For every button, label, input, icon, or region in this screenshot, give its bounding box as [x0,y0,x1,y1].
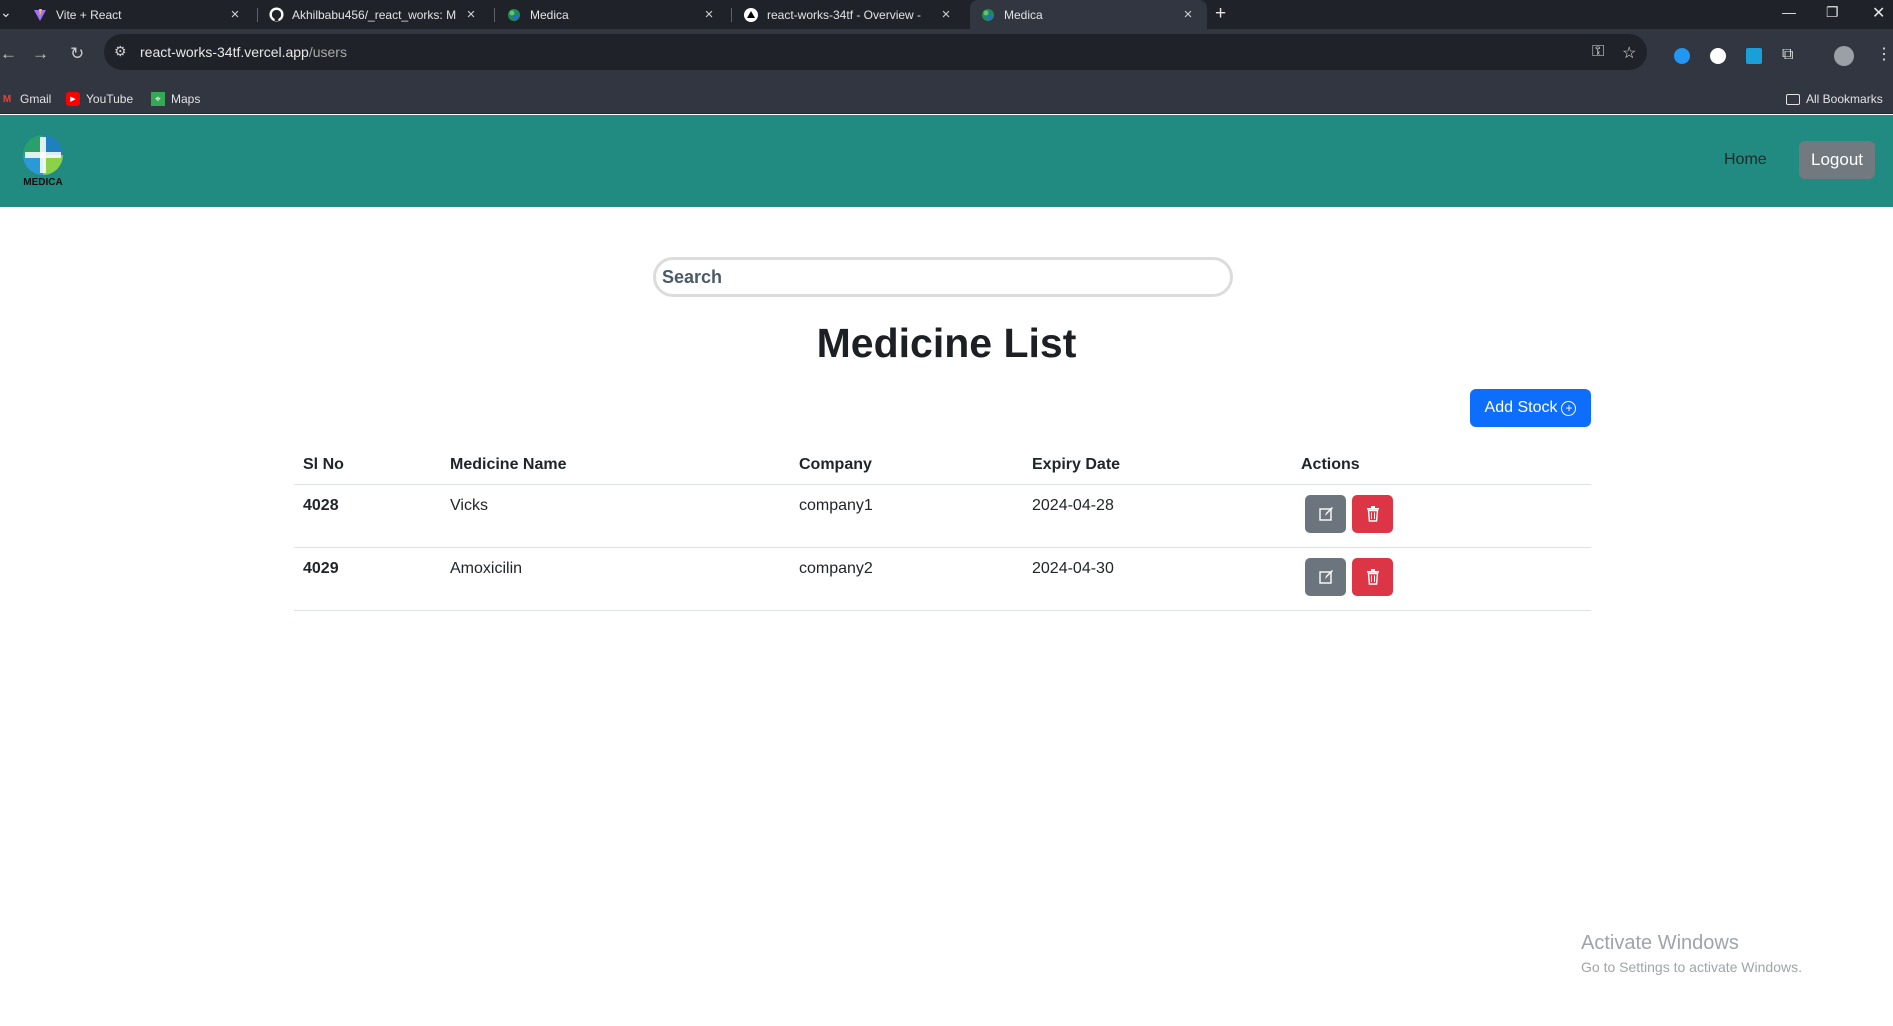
add-stock-button[interactable]: Add Stock + [1470,389,1591,427]
cell-company: company1 [790,484,1023,548]
tab-medica-1[interactable]: Medica × [496,0,728,29]
profile-avatar[interactable] [1834,46,1854,66]
bookmark-label: Maps [171,92,201,106]
all-bookmarks[interactable]: All Bookmarks [1786,92,1883,106]
tab-title: Medica [1004,7,1043,22]
tab-search-chevron-icon[interactable]: ⌄ [0,4,12,21]
column-header-company: Company [790,447,1023,485]
close-tab-icon[interactable]: × [1179,6,1197,23]
delete-button[interactable] [1352,557,1393,596]
cell-actions [1292,484,1591,548]
extension-w-icon[interactable] [1674,48,1690,64]
column-header-expiry-date: Expiry Date [1023,447,1292,485]
search-input[interactable] [653,257,1233,297]
cell-medicine-name: Vicks [441,484,790,548]
bookmark-maps[interactable]: ⌖ Maps [151,92,200,106]
edit-icon [1318,569,1333,584]
logout-button[interactable]: Logout [1799,141,1875,179]
extensions-puzzle-icon[interactable]: ⧉ [1782,46,1793,64]
github-icon [268,7,284,23]
tab-github[interactable]: Akhilbabu456/_react_works: M × [258,0,490,29]
tab-vercel[interactable]: react-works-34tf - Overview - × [733,0,965,29]
folder-icon [1786,93,1800,105]
minimize-icon[interactable]: — [1782,4,1796,20]
medicine-table: Sl No Medicine Name Company Expiry Date … [294,447,1591,611]
delete-button[interactable] [1352,494,1393,533]
close-tab-icon[interactable]: × [462,6,480,23]
tab-title: Akhilbabu456/_react_works: M [292,7,457,22]
column-header-actions: Actions [1292,447,1591,485]
browser-toolbar: ← → ↻ ⚙ react-works-34tf.vercel.app/user… [0,29,1893,85]
password-key-icon[interactable]: ⚿ [1592,43,1604,61]
column-header-sl-no: Sl No [294,447,441,485]
plus-circle-icon: + [1561,400,1577,416]
bookmark-label: YouTube [86,92,134,106]
new-tab-icon[interactable]: + [1215,3,1226,25]
watermark-subtitle: Go to Settings to activate Windows. [1581,959,1802,975]
trash-icon [1366,568,1379,585]
svg-text:MEDICA: MEDICA [23,177,62,188]
medica-logo[interactable]: MEDICA [14,131,72,193]
bookmark-gmail[interactable]: M Gmail [0,92,52,106]
close-tab-icon[interactable]: × [700,6,718,23]
back-icon[interactable]: ← [0,44,17,64]
cell-sl-no: 4029 [294,547,441,611]
cell-sl-no: 4028 [294,484,441,548]
cell-medicine-name: Amoxicilin [441,547,790,611]
column-header-medicine-name: Medicine Name [441,447,790,485]
forward-icon[interactable]: → [32,44,49,64]
table-row: 4029 Amoxicilin company2 2024-04-30 [294,547,1591,611]
add-stock-label: Add Stock [1484,399,1558,416]
activate-windows-watermark: Activate Windows Go to Settings to activ… [1581,932,1802,975]
extension-screen-icon[interactable] [1746,48,1762,64]
gmail-icon: M [2,93,12,105]
bookmark-youtube[interactable]: ▶ YouTube [66,92,133,106]
browser-tab-strip: ⌄ Vite + React × Akhilbabu456/_react_wor… [0,0,1893,29]
bookmarks-bar: M Gmail ▶ YouTube ⌖ Maps All Bookmarks [0,85,1893,114]
table-row: 4028 Vicks company1 2024-04-28 [294,484,1591,548]
nav-home-link[interactable]: Home [1724,151,1767,169]
restore-icon[interactable]: ❐ [1826,4,1839,21]
browser-menu-icon[interactable]: ⋮ [1876,44,1892,64]
address-url: react-works-34tf.vercel.app/users [140,44,347,60]
vite-icon [32,7,48,23]
tab-medica-active[interactable]: Medica × [970,0,1207,29]
maps-icon: ⌖ [151,92,165,106]
close-tab-icon[interactable]: × [226,6,244,23]
trash-icon [1366,505,1379,522]
tab-title: Vite + React [56,7,122,22]
extension-circle-icon[interactable] [1710,48,1726,64]
edit-button[interactable] [1305,494,1346,533]
watermark-title: Activate Windows [1581,932,1739,954]
bookmark-label: Gmail [20,92,52,106]
vercel-icon [743,7,759,23]
medica-icon [506,7,522,23]
bookmark-star-icon[interactable]: ☆ [1622,43,1636,63]
reload-icon[interactable]: ↻ [70,44,84,64]
table-header-row: Sl No Medicine Name Company Expiry Date … [294,447,1591,485]
youtube-icon: ▶ [66,92,80,106]
medica-icon [980,7,996,23]
cell-actions [1292,547,1591,611]
app-navbar: MEDICA Home Logout [0,115,1893,207]
close-tab-icon[interactable]: × [937,6,955,23]
edit-icon [1318,506,1333,521]
tab-vite-react[interactable]: Vite + React × [22,0,254,29]
all-bookmarks-label: All Bookmarks [1806,92,1883,106]
cell-expiry-date: 2024-04-30 [1023,547,1292,611]
cell-expiry-date: 2024-04-28 [1023,484,1292,548]
close-window-icon[interactable]: ✕ [1872,3,1885,23]
tab-title: react-works-34tf - Overview - [767,7,922,22]
page-title: Medicine List [816,320,1077,366]
address-bar[interactable]: ⚙ react-works-34tf.vercel.app/users ⚿ ☆ [104,34,1647,70]
tab-title: Medica [530,7,569,22]
site-info-icon[interactable]: ⚙ [114,43,127,60]
cell-company: company2 [790,547,1023,611]
edit-button[interactable] [1305,557,1346,596]
